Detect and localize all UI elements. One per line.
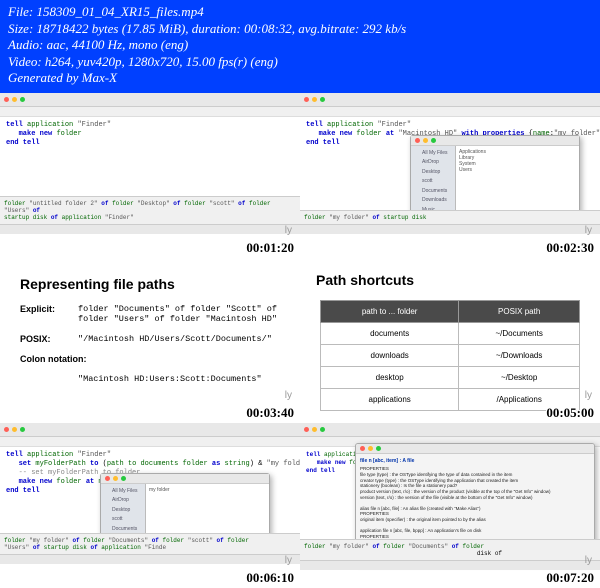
code-area: tell application "Finder" make new folde… [0, 117, 300, 152]
footer-bar [300, 560, 600, 570]
audio-line: Audio: aac, 44100 Hz, mono (eng) [8, 37, 592, 53]
timestamp: 00:05:00 [546, 405, 594, 421]
thumbnail-3[interactable]: Representing file paths Explicit:folder … [0, 258, 300, 423]
window-titlebar [0, 93, 300, 107]
path-shortcuts-table: path to ... folderPOSIX path documents~/… [320, 300, 580, 411]
file-line: File: 158309_01_04_XR15_files.mp4 [8, 4, 592, 20]
thumbnail-6[interactable]: tell application make new fol end tell f… [300, 423, 600, 588]
generated-line: Generated by Max-X [8, 70, 592, 86]
menubar [0, 437, 300, 447]
menubar [300, 107, 600, 117]
watermark: ly [585, 225, 592, 236]
result-bar: folder "my folder" of startup disk [300, 210, 600, 224]
timestamp: 00:06:10 [246, 570, 294, 586]
thumbnail-2[interactable]: tell application "Finder" make new folde… [300, 93, 600, 258]
window-titlebar [300, 93, 600, 107]
slide-title: Representing file paths [20, 276, 280, 292]
slide-content: Path shortcuts path to ... folderPOSIX p… [300, 258, 600, 423]
watermark: ly [285, 555, 292, 566]
footer-bar [0, 554, 300, 564]
thumbnail-4[interactable]: Path shortcuts path to ... folderPOSIX p… [300, 258, 600, 423]
footer-bar [300, 224, 600, 234]
watermark: ly [285, 390, 292, 401]
timestamp: 00:01:20 [246, 240, 294, 256]
thumbnail-1[interactable]: tell application "Finder" make new folde… [0, 93, 300, 258]
thumbnail-5[interactable]: tell application "Finder" set myFolderPa… [0, 423, 300, 588]
watermark: ly [285, 225, 292, 236]
timestamp: 00:02:30 [546, 240, 594, 256]
timestamp: 00:07:20 [546, 570, 594, 586]
slide-content: Representing file paths Explicit:folder … [0, 258, 300, 404]
result-bar: folder "my folder" of folder "Documents"… [300, 539, 600, 560]
thumbnail-grid: tell application "Finder" make new folde… [0, 93, 600, 588]
result-bar: folder "untitled folder 2" of folder "De… [0, 196, 300, 224]
footer-bar [0, 224, 300, 234]
window-titlebar [0, 423, 300, 437]
slide-title: Path shortcuts [316, 272, 584, 288]
watermark: ly [585, 390, 592, 401]
watermark: ly [585, 555, 592, 566]
window-titlebar [300, 423, 600, 437]
media-info-header: File: 158309_01_04_XR15_files.mp4 Size: … [0, 0, 600, 93]
timestamp: 00:03:40 [246, 405, 294, 421]
size-line: Size: 18718422 bytes (17.85 MiB), durati… [8, 21, 592, 37]
result-bar: folder "my folder" of folder "Documents"… [0, 533, 300, 554]
menubar [0, 107, 300, 117]
video-line: Video: h264, yuv420p, 1280x720, 15.00 fp… [8, 54, 592, 70]
